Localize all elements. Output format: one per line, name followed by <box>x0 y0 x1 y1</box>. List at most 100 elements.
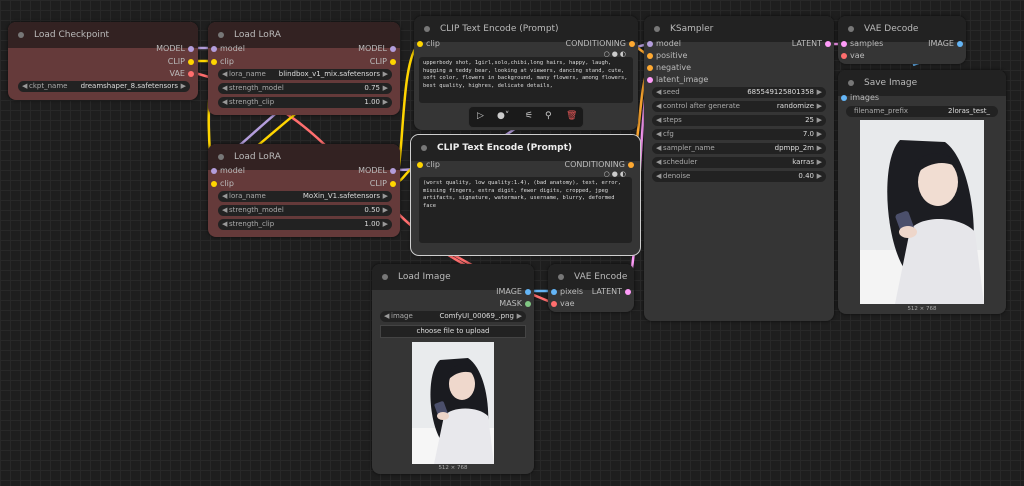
arrow-left-icon[interactable]: ◀ <box>222 205 227 216</box>
arrow-left-icon[interactable]: ◀ <box>656 115 661 126</box>
cfg-number[interactable]: ◀ cfg 7.0 ▶ <box>652 129 826 140</box>
vae-pin-icon[interactable] <box>841 53 847 59</box>
output-image-preview[interactable] <box>860 120 984 304</box>
model-pin-icon[interactable] <box>647 41 653 47</box>
collapse-dot-icon[interactable] <box>654 26 660 32</box>
output-model[interactable]: MODEL <box>358 44 396 54</box>
input-clip[interactable]: clip <box>211 179 234 189</box>
clip-pin-icon[interactable] <box>188 59 194 65</box>
arrow-left-icon[interactable]: ◀ <box>656 143 661 154</box>
mask-pin-icon[interactable] <box>525 301 531 307</box>
load-checkpoint-node[interactable]: Load Checkpoint MODEL CLIP VAE ◀ ckpt_na… <box>8 22 198 100</box>
clip-pin-icon[interactable] <box>417 162 423 168</box>
play-icon[interactable]: ▷ <box>477 111 484 121</box>
arrow-right-icon[interactable]: ▶ <box>383 97 388 108</box>
arrow-right-icon[interactable]: ▶ <box>817 143 822 154</box>
strength-model-number[interactable]: ◀ strength_model 0.75 ▶ <box>218 83 392 94</box>
input-clip[interactable]: clip <box>417 160 440 170</box>
input-model[interactable]: model <box>211 44 245 54</box>
output-clip[interactable]: CLIP <box>370 179 396 189</box>
output-conditioning[interactable]: CONDITIONING <box>565 160 634 170</box>
output-clip[interactable]: CLIP <box>168 57 194 67</box>
arrow-left-icon[interactable]: ◀ <box>656 101 661 112</box>
control-after-generate-combo[interactable]: ◀ control after generate randomize ▶ <box>652 101 826 112</box>
clip-pin-icon[interactable] <box>390 59 396 65</box>
latent-pin-icon[interactable] <box>825 41 831 47</box>
clip-pin-icon[interactable] <box>417 41 423 47</box>
output-latent[interactable]: LATENT <box>592 287 631 297</box>
arrow-left-icon[interactable]: ◀ <box>222 69 227 80</box>
collapse-dot-icon[interactable] <box>848 26 854 32</box>
sampler-name-combo[interactable]: ◀ sampler_name dpmpp_2m ▶ <box>652 143 826 154</box>
pin-icon[interactable]: ⚲ <box>545 111 552 121</box>
arrow-left-icon[interactable]: ◀ <box>656 157 661 168</box>
output-model[interactable]: MODEL <box>358 166 396 176</box>
prompt-textarea[interactable]: (worst quality, low quality:1.4), (bad a… <box>419 177 632 243</box>
conditioning-pin-icon[interactable] <box>629 41 635 47</box>
choose-file-button[interactable]: choose file to upload <box>380 325 526 338</box>
image-combo[interactable]: ◀ image ComfyUI_00069_.png ▶ <box>380 311 526 322</box>
input-pixels[interactable]: pixels <box>551 287 583 297</box>
image-pin-icon[interactable] <box>841 95 847 101</box>
input-positive[interactable]: positive <box>647 51 687 61</box>
magic-wand-icon[interactable]: ⚟ <box>525 111 533 121</box>
arrow-right-icon[interactable]: ▶ <box>181 81 186 92</box>
steps-number[interactable]: ◀ steps 25 ▶ <box>652 115 826 126</box>
output-clip[interactable]: CLIP <box>370 57 396 67</box>
collapse-dot-icon[interactable] <box>558 274 564 280</box>
arrow-right-icon[interactable]: ▶ <box>383 83 388 94</box>
save-image-node[interactable]: Save Image images filename_prefix 2loras_… <box>838 70 1006 314</box>
model-pin-icon[interactable] <box>390 46 396 52</box>
arrow-right-icon[interactable]: ▶ <box>383 205 388 216</box>
output-model[interactable]: MODEL <box>156 44 194 54</box>
arrow-left-icon[interactable]: ◀ <box>222 83 227 94</box>
collapse-dot-icon[interactable] <box>218 154 224 160</box>
ksampler-node[interactable]: KSampler model positive negative latent_… <box>644 16 834 321</box>
arrow-right-icon[interactable]: ▶ <box>817 129 822 140</box>
arrow-left-icon[interactable]: ◀ <box>384 311 389 322</box>
input-model[interactable]: model <box>647 39 681 49</box>
lora-name-combo[interactable]: ◀ lora_name blindbox_v1_mix.safetensors ▶ <box>218 69 392 80</box>
input-clip[interactable]: clip <box>417 39 440 49</box>
collapse-dot-icon[interactable] <box>18 32 24 38</box>
vae-pin-icon[interactable] <box>188 71 194 77</box>
latent-pin-icon[interactable] <box>625 289 631 295</box>
conditioning-pin-icon[interactable] <box>647 53 653 59</box>
collapse-dot-icon[interactable] <box>848 80 854 86</box>
arrow-right-icon[interactable]: ▶ <box>817 87 822 98</box>
node-title-bar[interactable]: CLIP Text Encode (Prompt) <box>411 135 640 161</box>
collapse-dot-icon[interactable] <box>218 32 224 38</box>
seed-number[interactable]: ◀ seed 685549125801358 ▶ <box>652 87 826 98</box>
conditioning-pin-icon[interactable] <box>628 162 634 168</box>
vae-decode-node[interactable]: VAE Decode samples vae IMAGE <box>838 16 966 64</box>
arrow-right-icon[interactable]: ▶ <box>817 171 822 182</box>
clip-pin-icon[interactable] <box>211 59 217 65</box>
conditioning-pin-icon[interactable] <box>647 65 653 71</box>
arrow-left-icon[interactable]: ◀ <box>222 219 227 230</box>
image-pin-icon[interactable] <box>525 289 531 295</box>
load-image-node[interactable]: Load Image IMAGE MASK ◀ image ComfyUI_0006… <box>372 264 534 474</box>
arrow-left-icon[interactable]: ◀ <box>222 191 227 202</box>
model-pin-icon[interactable] <box>211 168 217 174</box>
output-latent[interactable]: LATENT <box>792 39 831 49</box>
lora-name-combo[interactable]: ◀ lora_name MoXin_V1.safetensors ▶ <box>218 191 392 202</box>
input-vae[interactable]: vae <box>551 299 575 309</box>
image-pin-icon[interactable] <box>551 289 557 295</box>
model-pin-icon[interactable] <box>188 46 194 52</box>
strength-clip-number[interactable]: ◀ strength_clip 1.00 ▶ <box>218 219 392 230</box>
arrow-left-icon[interactable]: ◀ <box>656 171 661 182</box>
denoise-number[interactable]: ◀ denoise 0.40 ▶ <box>652 171 826 182</box>
input-image-preview[interactable] <box>412 342 494 464</box>
arrow-right-icon[interactable]: ▶ <box>817 101 822 112</box>
arrow-left-icon[interactable]: ◀ <box>222 97 227 108</box>
trash-icon[interactable]: 🗑 <box>566 111 577 121</box>
prompt-textarea[interactable]: upperbody shot, 1girl,solo,chibi,long ha… <box>419 57 633 103</box>
input-model[interactable]: model <box>211 166 245 176</box>
arrow-left-icon[interactable]: ◀ <box>656 87 661 98</box>
input-clip[interactable]: clip <box>211 57 234 67</box>
strength-clip-number[interactable]: ◀ strength_clip 1.00 ▶ <box>218 97 392 108</box>
output-vae[interactable]: VAE <box>170 69 194 79</box>
image-pin-icon[interactable] <box>957 41 963 47</box>
arrow-left-icon[interactable]: ◀ <box>22 81 27 92</box>
input-images[interactable]: images <box>841 93 879 103</box>
